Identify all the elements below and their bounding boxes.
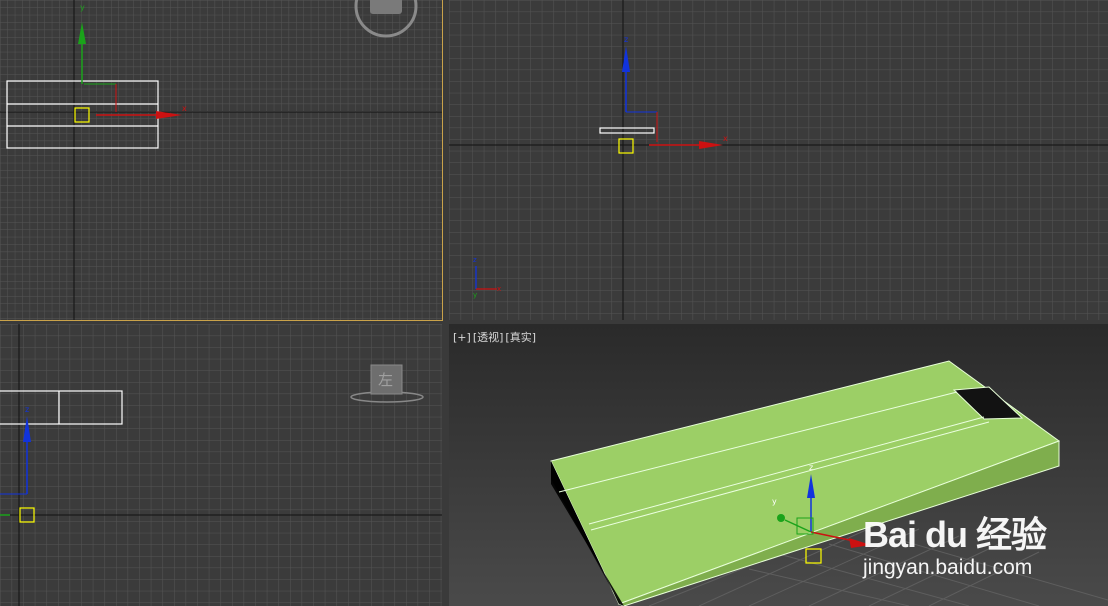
viewcube-left[interactable]: 左: [349, 364, 425, 404]
svg-text:z: z: [473, 256, 477, 264]
svg-text:y: y: [80, 3, 85, 12]
viewport-front[interactable]: z x z x y: [449, 0, 1108, 320]
viewcube-face-label: 左: [378, 371, 394, 389]
viewport-view-menu[interactable]: [透视]: [473, 331, 504, 344]
svg-text:x: x: [723, 134, 728, 143]
svg-text:x: x: [182, 104, 187, 113]
watermark: Bai du 经验 jingyan.baidu.com: [862, 506, 1047, 580]
viewport-shading-menu[interactable]: [真实]: [505, 331, 536, 344]
svg-text:z: z: [25, 405, 29, 414]
viewport-left[interactable]: z 左: [0, 324, 442, 606]
front-viewport-canvas: z x z x y: [449, 0, 1108, 320]
svg-text:y: y: [473, 291, 477, 299]
top-viewport-canvas: y x: [0, 0, 442, 320]
svg-text:y: y: [772, 497, 777, 506]
viewport-label: [+] [透视] [真实]: [453, 329, 538, 345]
svg-text:z: z: [624, 35, 628, 44]
watermark-brand: Bai du 经验: [862, 514, 1047, 555]
watermark-url: jingyan.baidu.com: [862, 556, 1033, 579]
viewport-menu-plus[interactable]: [+]: [453, 331, 471, 344]
svg-text:x: x: [497, 285, 501, 293]
svg-text:z: z: [809, 463, 813, 472]
viewport-perspective[interactable]: z y [+] [透视] [真实] Bai du 经验 jingyan.baidu.…: [449, 324, 1108, 606]
viewport-top[interactable]: y x: [0, 0, 443, 321]
